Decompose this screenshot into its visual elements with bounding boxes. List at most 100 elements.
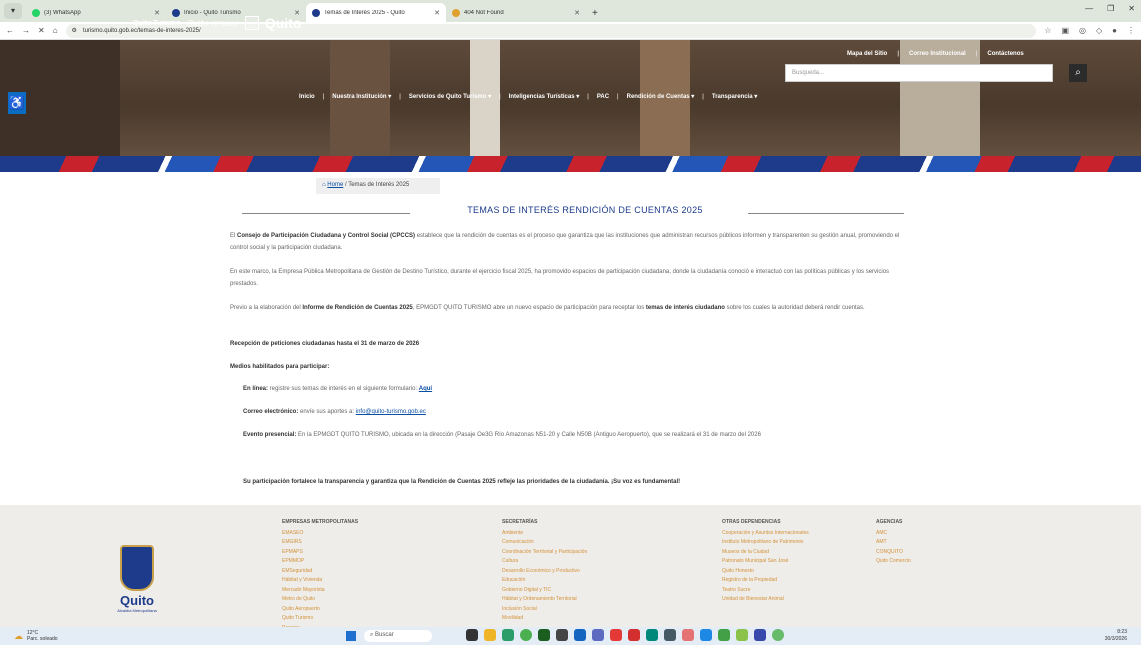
close-window-icon[interactable]: ✕ (1128, 4, 1135, 13)
tab-title: 404 Not Found (464, 9, 504, 16)
search-input[interactable]: Busqueda... (785, 64, 1053, 82)
footer-logo[interactable]: Quito Alcaldía Metropolitana (115, 545, 159, 613)
browser-tab-404[interactable]: 404 Not Found ✕ (446, 3, 586, 22)
taskbar-search[interactable]: ⌕ Buscar (364, 630, 432, 642)
nav-item-institucion[interactable]: Nuestra Institución ▾ (332, 93, 391, 100)
footer-link[interactable]: Museos de la Ciudad (722, 548, 809, 558)
footer-link[interactable]: EPMAPS (282, 548, 358, 558)
site-logo[interactable]: Quito Turismo Quito renace Quito (133, 15, 301, 31)
footer-link[interactable]: Ambiente (502, 529, 587, 539)
reception-deadline: Recepción de peticiones ciudadanas hasta… (230, 338, 900, 350)
nav-item-inteligencias[interactable]: Inteligencias Turísticas ▾ (509, 93, 580, 100)
footer-link[interactable]: Patronato Municipal San José (722, 557, 809, 567)
footer-link[interactable]: Quito Turismo (282, 614, 358, 624)
contact-link[interactable]: Contáctenos (987, 51, 1023, 57)
footer-link[interactable]: Instituto Metropolitano de Patrimonio (722, 538, 809, 548)
footer-link[interactable]: Unidad de Bienestar Animal (722, 595, 809, 605)
footer-link[interactable]: Registro de la Propiedad (722, 576, 809, 586)
task-view-icon[interactable] (466, 629, 478, 641)
breadcrumb-current: Temas de Interés 2025 (348, 182, 410, 188)
footer-link[interactable]: Hábitat y Vivienda (282, 576, 358, 586)
sync-icon[interactable]: ◎ (1079, 26, 1086, 35)
footer-link[interactable]: Mercado Mayorista (282, 586, 358, 596)
footer-link[interactable]: Quito Honesto (722, 567, 809, 577)
form-link[interactable]: Aquí (419, 386, 432, 392)
nav-item-rendicion[interactable]: Rendición de Cuentas ▾ (627, 93, 695, 100)
title-divider-right (748, 213, 904, 214)
footer-link[interactable]: EMSeguridad (282, 567, 358, 577)
back-icon[interactable]: ← (6, 26, 14, 35)
footer-link[interactable]: AMC (876, 529, 911, 539)
footer-column: OTRAS DEPENDENCIAS Cooperación y Asuntos … (722, 518, 809, 605)
stop-icon[interactable]: ✕ (38, 26, 45, 35)
footer-link[interactable]: Desarrollo Económico y Productivo (502, 567, 587, 577)
site-info-icon[interactable]: ⚙ (72, 27, 77, 34)
profile-icon[interactable]: ● (1112, 26, 1117, 35)
footer-link[interactable]: CONQUITO (876, 548, 911, 558)
sitemap-link[interactable]: Mapa del Sitio (847, 51, 887, 57)
extension-icon[interactable]: ▣ (1061, 26, 1069, 35)
footer-link[interactable]: Movilidad (502, 614, 587, 624)
home-icon[interactable]: ⌂ (53, 26, 58, 35)
footer-link[interactable]: Hábitat y Ordenamiento Territorial (502, 595, 587, 605)
app-icon[interactable] (754, 629, 766, 641)
edge-icon[interactable] (502, 629, 514, 641)
footer-column: SECRETARÍAS Ambiente Comunicación Coordinac… (502, 518, 587, 624)
nav-item-transparencia[interactable]: Transparencia ▾ (712, 93, 757, 100)
taskbar-search-text: Buscar (375, 632, 394, 638)
extensions-puzzle-icon[interactable]: ◇ (1096, 26, 1102, 35)
forward-icon[interactable]: → (22, 26, 30, 35)
maximize-icon[interactable]: ❐ (1107, 4, 1114, 13)
close-tab-icon[interactable]: ✕ (574, 9, 580, 17)
search-button[interactable]: ⌕ (1069, 64, 1087, 82)
app-icon[interactable] (682, 629, 694, 641)
footer-link[interactable]: EMASEO (282, 529, 358, 539)
footer-link[interactable]: Quito Comercio (876, 557, 911, 567)
browser-tab-temas[interactable]: Temas de Interés 2025 - Quito ✕ (306, 3, 446, 22)
footer-link[interactable]: EPMMOP (282, 557, 358, 567)
weather-widget[interactable]: ☁ 12°C Parc. soleado (14, 630, 58, 642)
chrome-icon[interactable] (520, 629, 532, 641)
footer-link[interactable]: EMGIRS (282, 538, 358, 548)
app-icon[interactable] (718, 629, 730, 641)
footer-link[interactable]: Metro de Quito (282, 595, 358, 605)
app-icon[interactable] (700, 629, 712, 641)
footer-link[interactable]: Gobierno Digital y TIC (502, 586, 587, 596)
nav-item-pac[interactable]: PAC (597, 94, 609, 100)
minimize-icon[interactable]: — (1085, 4, 1093, 13)
institutional-mail-link[interactable]: Correo Institucional (909, 51, 966, 57)
footer-link[interactable]: Teatro Sucre (722, 586, 809, 596)
app-icon[interactable] (772, 629, 784, 641)
system-clock[interactable]: 8:23 30/3/2026 (1105, 629, 1127, 643)
tab-list-icon[interactable]: ▾ (4, 3, 22, 19)
footer-link[interactable]: Cultura (502, 557, 587, 567)
app-icon[interactable] (628, 629, 640, 641)
new-tab-button[interactable]: + (586, 8, 604, 22)
close-tab-icon[interactable]: ✕ (434, 9, 440, 17)
nav-item-inicio[interactable]: Inicio (299, 94, 315, 100)
footer-link[interactable]: Comunicación (502, 538, 587, 548)
footer-link[interactable]: Inclusión Social (502, 605, 587, 615)
footer-link[interactable]: Coordinación Territorial y Participación (502, 548, 587, 558)
app-icon[interactable] (646, 629, 658, 641)
app-icon[interactable] (592, 629, 604, 641)
breadcrumb-home-link[interactable]: Home (327, 182, 343, 188)
app-icon[interactable] (736, 629, 748, 641)
start-button[interactable] (346, 631, 356, 641)
app-icon[interactable] (664, 629, 676, 641)
app-icon[interactable] (574, 629, 586, 641)
footer-link[interactable]: Cooperación y Asuntos Internacionales (722, 529, 809, 539)
app-icon[interactable] (538, 629, 550, 641)
menu-icon[interactable]: ⋮ (1127, 26, 1135, 35)
bookmark-star-icon[interactable]: ☆ (1044, 26, 1051, 35)
nav-item-servicios[interactable]: Servicios de Quito Turismo ▾ (409, 93, 491, 100)
footer-link[interactable]: Educación (502, 576, 587, 586)
app-icon[interactable] (610, 629, 622, 641)
footer-link[interactable]: Quito Aeropuerto (282, 605, 358, 615)
accessibility-button[interactable]: ♿ (8, 92, 26, 114)
email-link[interactable]: info@quito-turismo.gob.ec (356, 409, 426, 415)
file-explorer-icon[interactable] (484, 629, 496, 641)
footer-link[interactable]: AMT (876, 538, 911, 548)
app-icon[interactable] (556, 629, 568, 641)
closing-text: Su participación fortalece la transparen… (243, 479, 681, 485)
